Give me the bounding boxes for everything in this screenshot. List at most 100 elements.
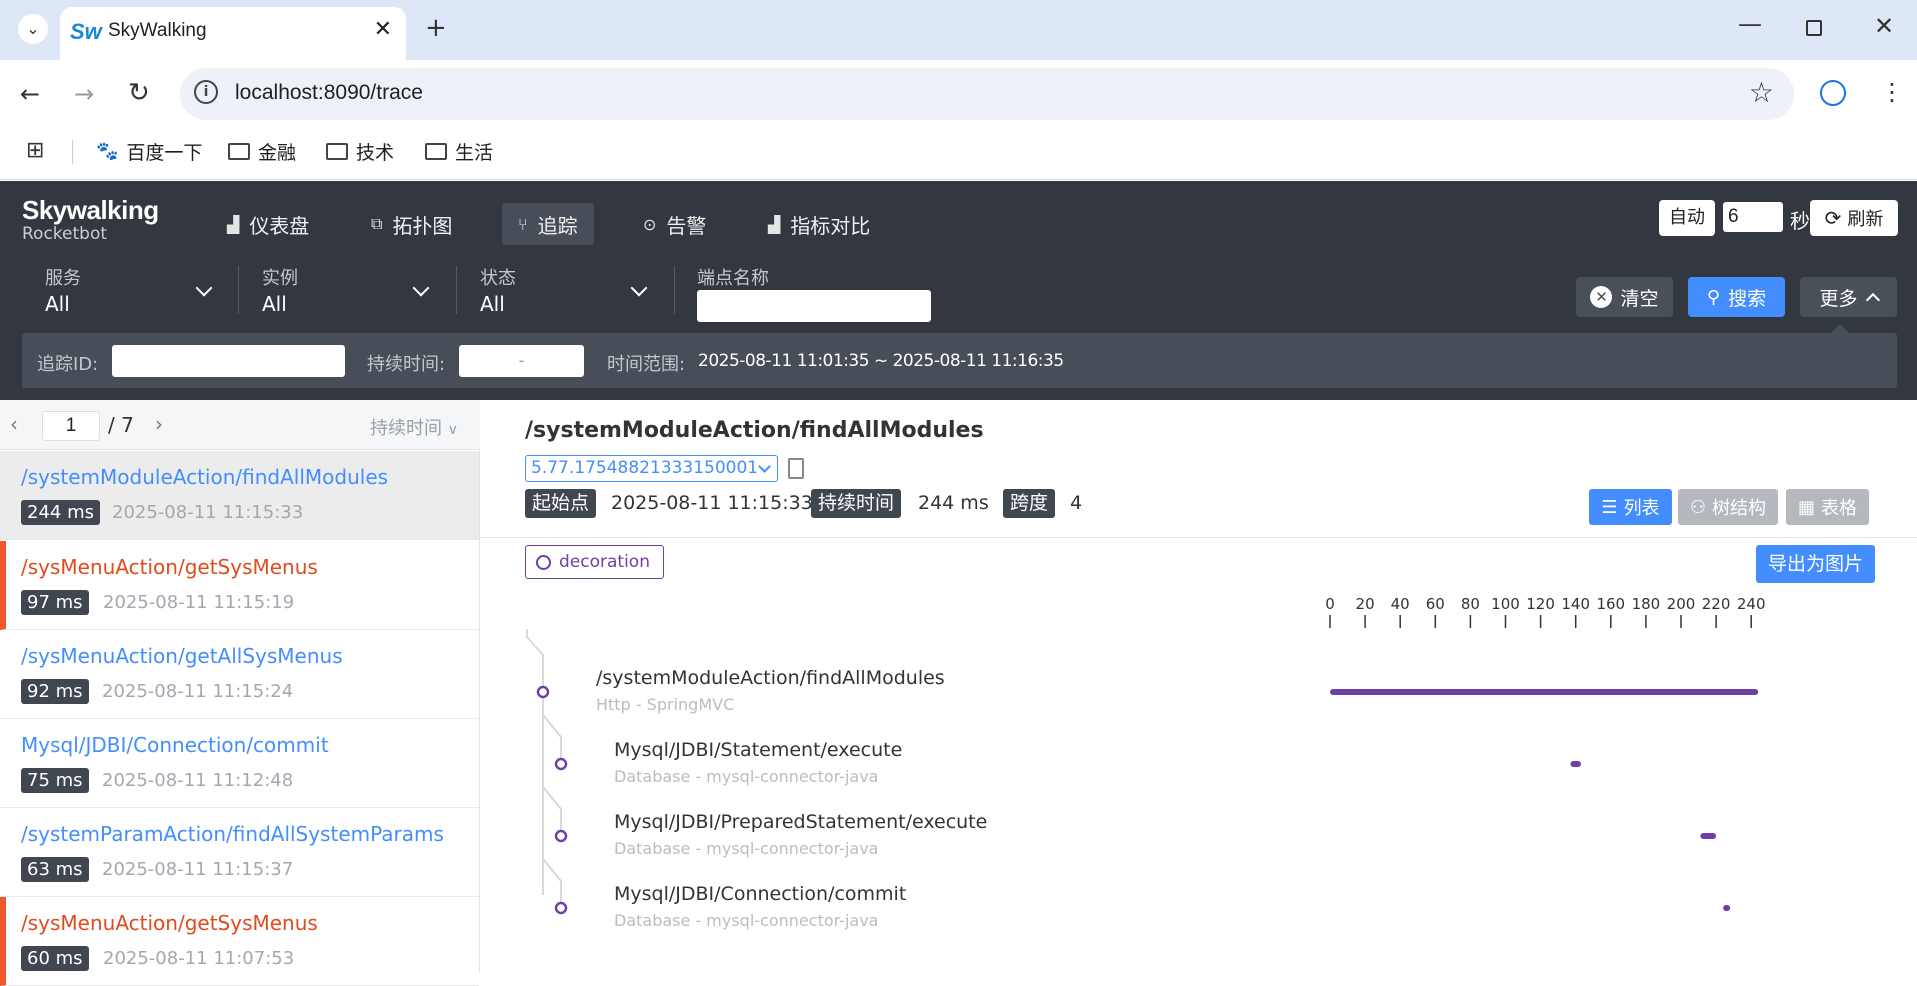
span-name[interactable]: Mysql/JDBI/Connection/commit <box>614 883 906 905</box>
trace-list-item[interactable]: /sysMenuAction/getAllSysMenus 92 ms 2025… <box>0 630 479 719</box>
export-image-button[interactable]: 导出为图片 <box>1756 545 1875 583</box>
span-duration-bar[interactable] <box>1723 905 1731 911</box>
trace-endpoint: /sysMenuAction/getAllSysMenus <box>21 644 343 668</box>
site-info-icon[interactable]: i <box>194 80 218 104</box>
span-node-icon[interactable] <box>536 685 550 699</box>
span-duration-bar[interactable] <box>1700 833 1717 839</box>
next-page-icon[interactable]: › <box>155 412 163 436</box>
axis-tick-label: 40 <box>1391 595 1410 613</box>
prev-page-icon[interactable]: ‹ <box>10 412 18 436</box>
decoration-filter-chip[interactable]: decoration <box>525 545 664 579</box>
reload-icon[interactable]: ↻ <box>128 78 150 108</box>
view-table-button[interactable]: ▦ 表格 <box>1786 489 1869 525</box>
nav-compare[interactable]: ▟ 指标对比 <box>752 203 886 245</box>
trace-list-item[interactable]: /sysMenuAction/getSysMenus 60 ms 2025-08… <box>0 897 479 986</box>
sort-select[interactable]: 持续时间 ∨ <box>370 414 458 440</box>
view-tree-button[interactable]: ⚇ 树结构 <box>1678 489 1778 525</box>
span-name[interactable]: /systemModuleAction/findAllModules <box>596 667 945 689</box>
span-component: Http - SpringMVC <box>596 695 735 714</box>
span-duration-bar[interactable] <box>1330 689 1759 695</box>
folder-icon <box>425 143 447 160</box>
browser-tab[interactable]: Sw SkyWalking ✕ <box>60 7 406 60</box>
address-bar[interactable]: i localhost:8090/trace ☆ <box>180 68 1794 120</box>
nav-label: 拓扑图 <box>392 213 453 238</box>
status-select[interactable]: 状态 All <box>480 264 648 316</box>
bookmark-finance[interactable]: 金融 <box>228 138 296 165</box>
trace-time: 2025-08-11 11:15:33 <box>112 502 304 523</box>
trace-endpoint: /systemModuleAction/findAllModules <box>21 465 389 489</box>
back-icon[interactable]: ← <box>20 80 40 108</box>
circle-icon <box>536 554 551 570</box>
duration-badge: 244 ms <box>21 500 100 525</box>
trace-id-select[interactable]: 5.77.17548821333150001 <box>525 455 778 482</box>
span-node-icon[interactable] <box>554 757 568 771</box>
skywalking-logo[interactable]: Skywalking Rocketbot <box>22 195 159 244</box>
search-button[interactable]: ⚲ 搜索 <box>1688 277 1785 317</box>
bookmark-label: 金融 <box>258 143 297 164</box>
clear-button[interactable]: ✕ 清空 <box>1576 277 1673 317</box>
refresh-button[interactable]: ⟳ 刷新 <box>1810 200 1898 236</box>
tab-search-icon[interactable]: ⌄ <box>18 14 48 44</box>
duration-range-input[interactable]: - <box>459 345 584 377</box>
menu-dots-icon[interactable]: ⋮ <box>1880 78 1904 106</box>
new-tab-icon[interactable]: + <box>425 13 447 43</box>
filter-divider <box>674 266 675 314</box>
restore-icon[interactable] <box>1806 20 1822 36</box>
more-button[interactable]: 更多 <box>1800 277 1897 317</box>
trace-list-item[interactable]: /sysMenuAction/getSysMenus 97 ms 2025-08… <box>0 541 479 630</box>
profile-icon[interactable] <box>1820 80 1846 106</box>
bookmark-baidu[interactable]: 🐾 百度一下 <box>96 138 202 165</box>
time-range-value[interactable]: 2025-08-11 11:01:35 ~ 2025-08-11 11:16:3… <box>698 351 1064 371</box>
apps-grid-icon[interactable]: ⊞ <box>26 138 44 163</box>
trace-list-item[interactable]: /systemModuleAction/findAllModules 244 m… <box>0 451 479 540</box>
span-name[interactable]: Mysql/JDBI/Statement/execute <box>614 739 902 761</box>
instance-select[interactable]: 实例 All <box>262 264 430 316</box>
trace-list-item[interactable]: /systemParamAction/findAllSystemParams 6… <box>0 808 479 897</box>
page-total: / 7 <box>108 413 134 437</box>
nav-label: 告警 <box>666 213 707 238</box>
span-name[interactable]: Mysql/JDBI/PreparedStatement/execute <box>614 811 987 833</box>
baidu-paw-icon: 🐾 <box>96 141 119 161</box>
forward-icon[interactable]: → <box>74 80 94 108</box>
spans-value: 4 <box>1070 492 1083 514</box>
search-icon: ⚲ <box>1706 286 1721 308</box>
span-node-icon[interactable] <box>554 829 568 843</box>
logo-title: Skywalking <box>22 195 159 225</box>
nav-trace[interactable]: ⑂ 追踪 <box>502 203 594 245</box>
copy-icon[interactable] <box>788 458 804 479</box>
trace-time: 2025-08-11 11:15:19 <box>103 592 295 613</box>
view-list-button[interactable]: ☰ 列表 <box>1589 489 1672 525</box>
nav-alarm[interactable]: ⊙ 告警 <box>627 203 722 245</box>
bookmark-star-icon[interactable]: ☆ <box>1749 76 1774 109</box>
logo-subtitle: Rocketbot <box>22 224 108 244</box>
refresh-interval-input[interactable] <box>1723 202 1783 232</box>
trace-endpoint: /sysMenuAction/getSysMenus <box>21 555 318 579</box>
instance-value: All <box>262 292 287 316</box>
nav-topology[interactable]: ⧉ 拓扑图 <box>355 203 468 245</box>
tab-close-icon[interactable]: ✕ <box>374 17 392 42</box>
duration-badge: 63 ms <box>21 857 89 882</box>
window-close-icon[interactable]: ✕ <box>1874 12 1894 40</box>
trace-list-item[interactable]: Mysql/JDBI/Connection/commit 75 ms 2025-… <box>0 719 479 808</box>
bookmark-tech[interactable]: 技术 <box>326 138 394 165</box>
nav-dashboard[interactable]: ▟ 仪表盘 <box>211 203 325 245</box>
tab-title: SkyWalking <box>108 20 207 41</box>
view-table-label: 表格 <box>1821 498 1857 519</box>
auto-refresh-toggle[interactable]: 自动 <box>1659 200 1715 236</box>
trace-id-value: 5.77.17548821333150001 <box>531 458 759 478</box>
search-label: 搜索 <box>1728 287 1767 310</box>
minimize-icon[interactable]: — <box>1738 10 1762 38</box>
axis-tick-label: 220 <box>1702 595 1731 613</box>
bookmark-divider <box>72 140 73 164</box>
time-range-label: 时间范围: <box>607 354 686 375</box>
bookmark-label: 技术 <box>356 143 395 164</box>
service-select[interactable]: 服务 All <box>45 264 213 316</box>
topology-icon: ⧉ <box>371 214 383 233</box>
trace-id-input[interactable] <box>112 345 345 377</box>
bookmark-life[interactable]: 生活 <box>425 138 493 165</box>
endpoint-name-input[interactable] <box>697 290 931 322</box>
span-node-icon[interactable] <box>554 901 568 915</box>
span-duration-bar[interactable] <box>1570 761 1581 767</box>
page-number-input[interactable] <box>42 411 100 441</box>
table-icon: ▦ <box>1797 496 1815 518</box>
